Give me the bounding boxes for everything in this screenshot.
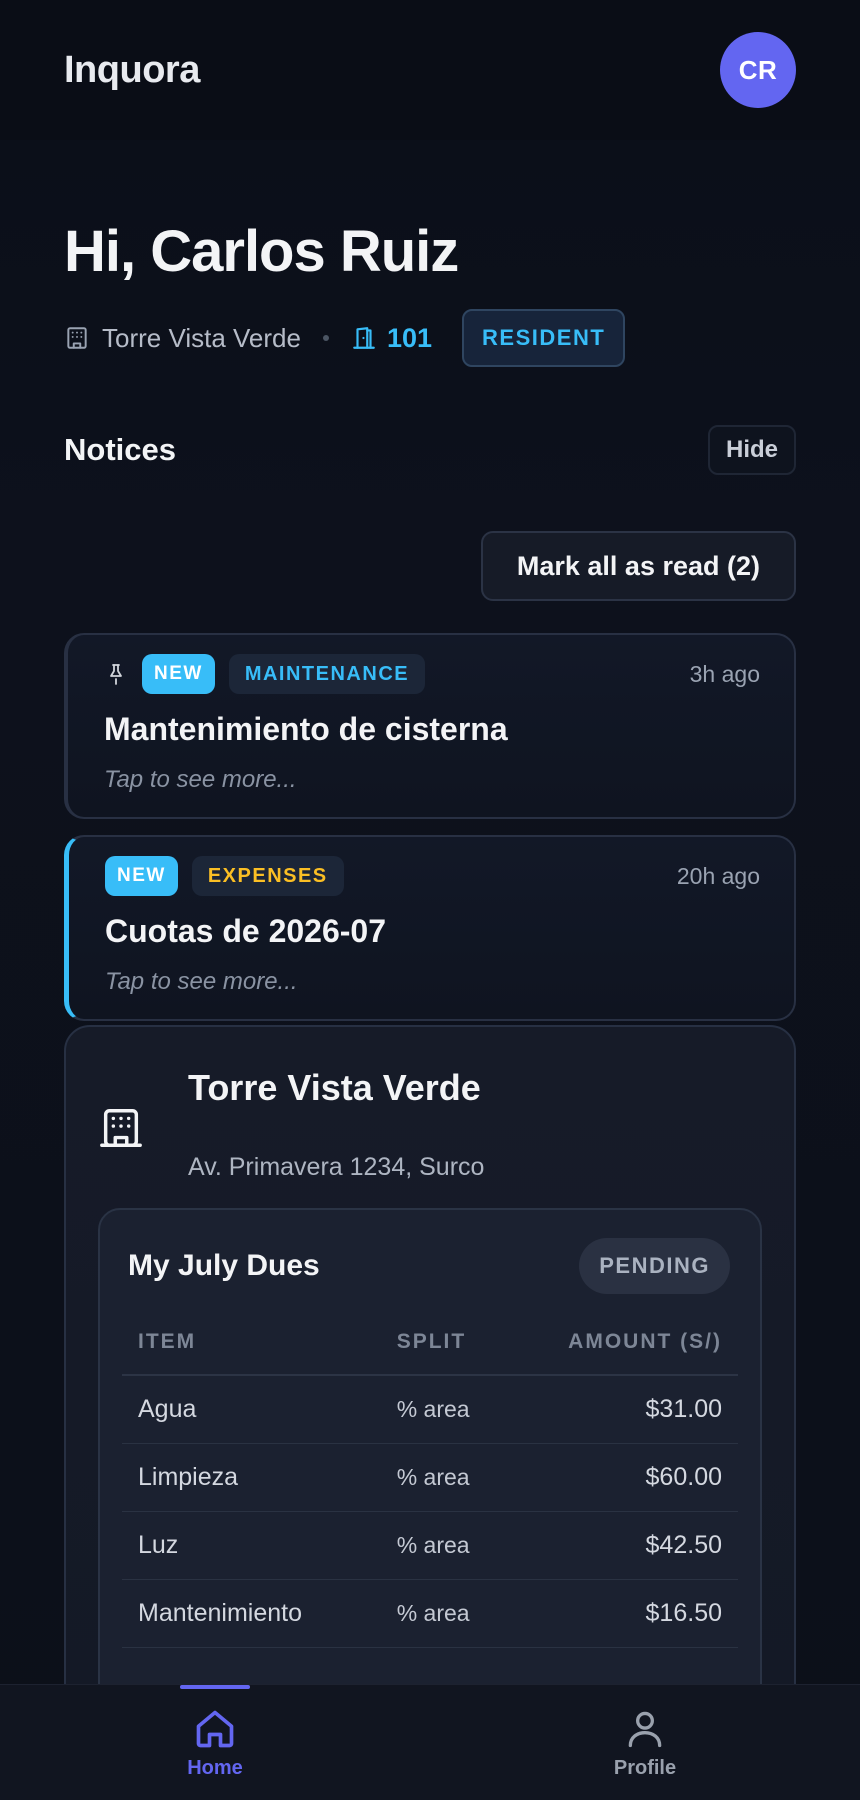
row-item: Luz [122, 1511, 381, 1580]
bottom-nav: Home Profile [0, 1684, 860, 1800]
category-badge: MAINTENANCE [228, 654, 426, 694]
dues-header: My July Dues PENDING [122, 1238, 738, 1294]
notice-time: 20h ago [676, 862, 760, 889]
notice-header: NEW EXPENSES 20h ago [105, 855, 760, 897]
table-header-row: ITEM SPLIT AMOUNT (S/) [122, 1322, 738, 1376]
home-icon [196, 1710, 234, 1748]
greeting-section: Hi, Carlos Ruiz Torre Vista Verde 101 RE… [0, 140, 860, 367]
row-split: % area [380, 1579, 541, 1648]
table-row: Luz % area $42.50 [122, 1511, 738, 1580]
unit-info: 101 [351, 323, 432, 354]
page-title: Hi, Carlos Ruiz [64, 219, 459, 284]
building-address: Av. Primavera 1234, Surco [188, 1153, 485, 1181]
building-name: Torre Vista Verde [102, 322, 301, 353]
building-header: Torre Vista Verde Av. Primavera 1234, Su… [98, 1067, 762, 1182]
user-icon [628, 1711, 662, 1748]
mark-all-read-button[interactable]: Mark all as read (2) [480, 531, 796, 601]
building-info: Torre Vista Verde [64, 323, 301, 354]
row-amount: $60.00 [540, 1443, 738, 1512]
notices-title: Notices [64, 432, 176, 467]
avatar[interactable]: CR [720, 32, 796, 108]
notice-card[interactable]: NEW EXPENSES 20h ago Cuotas de 2026-07 T… [64, 835, 796, 1021]
row-amount: $31.00 [540, 1375, 738, 1444]
notices-header: Notices Hide [0, 425, 860, 475]
mark-all-row: Mark all as read (2) [0, 531, 860, 601]
building-icon [67, 327, 87, 349]
door-icon [353, 327, 375, 349]
active-indicator [180, 1685, 250, 1689]
column-header-split: SPLIT [380, 1322, 541, 1376]
new-badge: NEW [142, 654, 215, 694]
unit-number: 101 [386, 322, 433, 353]
nav-profile[interactable]: Profile [430, 1685, 860, 1800]
building-card-icon [98, 1067, 162, 1182]
notice-hint: Tap to see more... [104, 766, 297, 793]
building-card-name: Torre Vista Verde [188, 1067, 481, 1108]
app-root: Inquora CR Hi, Carlos Ruiz Torre Vista V… [0, 0, 860, 1800]
row-amount: $42.50 [540, 1511, 738, 1580]
notice-header: NEW MAINTENANCE 3h ago [104, 653, 760, 695]
nav-home-label: Home [187, 1757, 243, 1779]
notice-title: Mantenimiento de cisterna [104, 711, 508, 747]
top-bar: Inquora CR [0, 0, 860, 140]
separator-dot [322, 335, 329, 341]
dues-title: My July Dues [128, 1249, 320, 1282]
nav-profile-label: Profile [613, 1757, 677, 1779]
row-amount: $16.50 [540, 1579, 738, 1648]
row-item: Limpieza [122, 1443, 381, 1512]
row-split: % area [380, 1443, 541, 1512]
role-badge: RESIDENT [462, 309, 626, 367]
column-header-item: ITEM [122, 1322, 381, 1376]
category-badge: EXPENSES [191, 856, 344, 896]
resident-meta: Torre Vista Verde 101 RESIDENT [64, 309, 796, 367]
table-row: Agua % area $31.00 [122, 1375, 738, 1444]
hide-notices-button[interactable]: Hide [707, 425, 796, 475]
table-row: Limpieza % area $60.00 [122, 1443, 738, 1512]
nav-home[interactable]: Home [0, 1685, 430, 1800]
row-item: Agua [122, 1375, 381, 1444]
pin-icon [104, 661, 128, 687]
dues-table: ITEM SPLIT AMOUNT (S/) Agua % area $31.0… [122, 1322, 738, 1648]
row-split: % area [380, 1375, 541, 1444]
dues-panel: My July Dues PENDING ITEM SPLIT AMOUNT (… [98, 1208, 762, 1728]
status-badge: PENDING [579, 1238, 730, 1294]
building-card: Torre Vista Verde Av. Primavera 1234, Su… [64, 1025, 796, 1745]
column-header-amount: AMOUNT (S/) [540, 1322, 738, 1376]
table-row: Mantenimiento % area $16.50 [122, 1579, 738, 1648]
notice-title: Cuotas de 2026-07 [105, 913, 387, 949]
row-split: % area [380, 1511, 541, 1580]
brand-logo[interactable]: Inquora [64, 49, 200, 92]
row-item: Mantenimiento [122, 1579, 381, 1648]
notice-card[interactable]: NEW MAINTENANCE 3h ago Mantenimiento de … [64, 633, 796, 819]
notice-time: 3h ago [689, 660, 760, 687]
notice-hint: Tap to see more... [105, 968, 298, 995]
new-badge: NEW [105, 856, 178, 896]
building-text: Torre Vista Verde Av. Primavera 1234, Su… [188, 1067, 484, 1182]
